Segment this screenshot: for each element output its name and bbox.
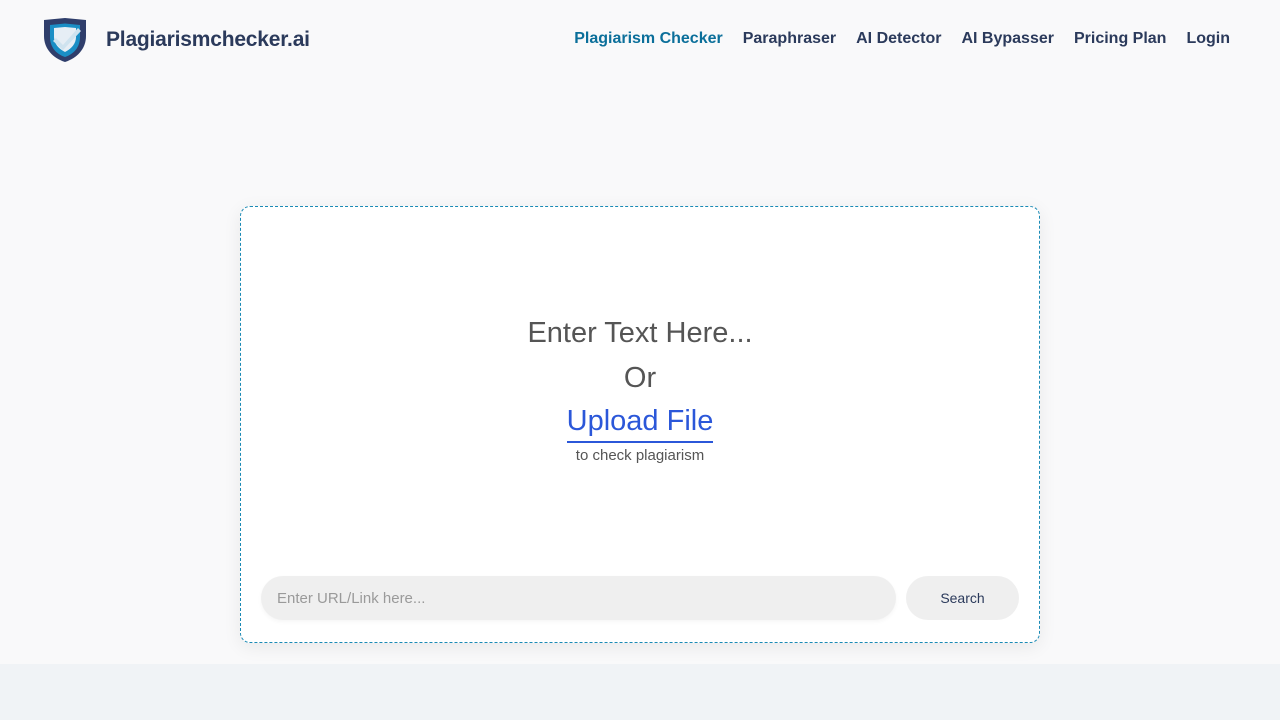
nav-login[interactable]: Login (1186, 30, 1230, 48)
search-button[interactable]: Search (906, 576, 1019, 620)
logo-link[interactable]: Plagiarismchecker.ai (40, 16, 310, 64)
shield-check-icon (44, 18, 86, 62)
input-prompt: Enter Text Here... Or Upload File to che… (241, 311, 1039, 464)
enter-text-prompt: Enter Text Here... (527, 317, 753, 349)
site-header: Plagiarismchecker.ai Plagiarism Checker … (0, 0, 1280, 84)
main-nav: Plagiarism Checker Paraphraser AI Detect… (554, 30, 1230, 48)
nav-plagiarism-checker[interactable]: Plagiarism Checker (574, 30, 723, 48)
nav-pricing-plan[interactable]: Pricing Plan (1074, 30, 1166, 48)
nav-ai-detector[interactable]: AI Detector (856, 30, 941, 48)
nav-paraphraser[interactable]: Paraphraser (743, 30, 836, 48)
brand-name: Plagiarismchecker.ai (106, 28, 310, 51)
nav-ai-bypasser[interactable]: AI Bypasser (961, 30, 1054, 48)
upload-file-link[interactable]: Upload File (566, 401, 714, 443)
check-plagiarism-subtext: to check plagiarism (575, 447, 705, 464)
page-bottom-band (0, 664, 1280, 720)
url-input[interactable] (261, 576, 896, 620)
or-divider-text: Or (623, 362, 657, 394)
text-input-card[interactable]: Enter Text Here... Or Upload File to che… (240, 206, 1040, 643)
